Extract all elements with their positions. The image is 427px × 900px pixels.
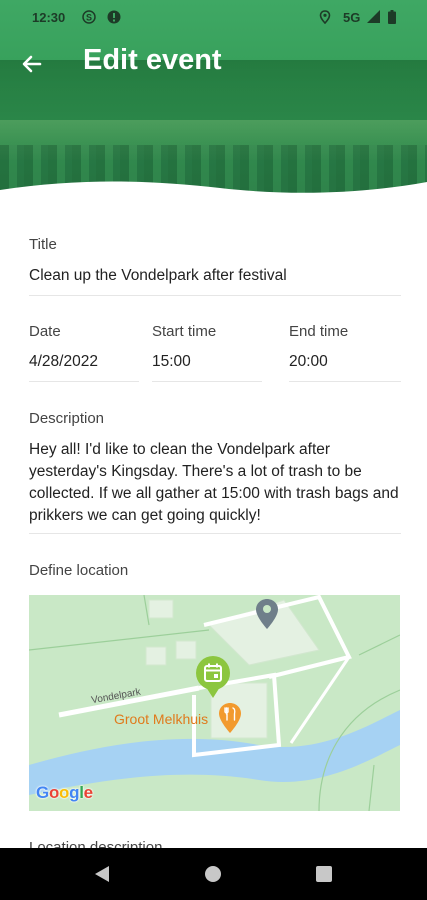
description-divider: [29, 533, 401, 534]
system-nav-bar: [0, 848, 427, 900]
date-divider: [29, 381, 139, 382]
start-time-divider: [152, 381, 262, 382]
restaurant-icon[interactable]: [219, 703, 241, 733]
start-time-label: Start time: [152, 323, 217, 340]
recents-square-icon[interactable]: [316, 866, 332, 882]
end-time-label: End time: [289, 323, 349, 340]
header-wave: [0, 181, 427, 200]
location-map[interactable]: Vondelpark Groot Melkhuis Google: [29, 595, 400, 811]
description-field[interactable]: Hey all! I'd like to clean the Vondelpar…: [29, 439, 401, 527]
signal-icon: [367, 10, 380, 23]
arrow-left-icon[interactable]: [18, 50, 46, 78]
back-triangle-icon[interactable]: [94, 865, 110, 883]
description-label: Description: [29, 410, 105, 427]
notification-dot-icon: [107, 10, 121, 24]
status-time: 12:30: [32, 10, 66, 25]
svg-text:S: S: [86, 13, 92, 23]
title-label: Title: [29, 236, 57, 253]
location-label: Define location: [29, 562, 129, 579]
map-pin-icon[interactable]: [256, 599, 278, 629]
battery-icon: [388, 10, 396, 24]
start-time-field[interactable]: 15:00: [152, 353, 191, 371]
event-location-marker-icon[interactable]: [194, 655, 232, 699]
title-divider: [29, 295, 401, 296]
status-bar: 12:30 S 5G: [0, 0, 427, 34]
google-logo: Google: [36, 783, 93, 802]
location-icon: [319, 10, 331, 24]
end-time-divider: [289, 381, 401, 382]
end-time-field[interactable]: 20:00: [289, 353, 328, 371]
network-type: 5G: [343, 10, 361, 25]
date-label: Date: [29, 323, 61, 340]
title-field[interactable]: Clean up the Vondelpark after festival: [29, 267, 287, 285]
page-title: Edit event: [83, 44, 222, 76]
map-drawing: [29, 595, 400, 811]
date-field[interactable]: 4/28/2022: [29, 353, 98, 371]
sim-s-icon: S: [82, 10, 96, 24]
map-poi-label: Groot Melkhuis: [114, 711, 209, 727]
home-circle-icon[interactable]: [204, 865, 222, 883]
